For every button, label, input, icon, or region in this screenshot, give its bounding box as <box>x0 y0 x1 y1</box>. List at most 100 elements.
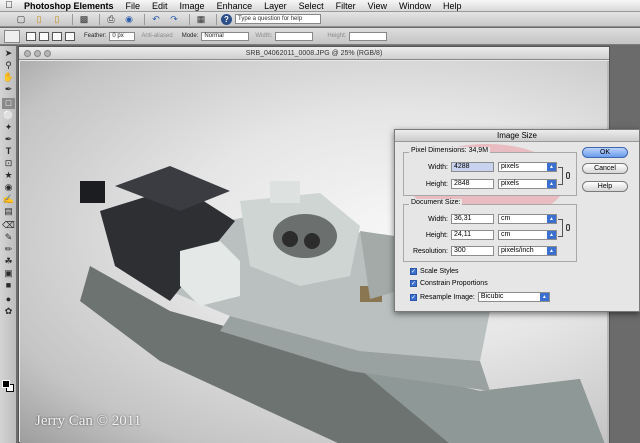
close-window-icon[interactable] <box>24 50 31 57</box>
checkmark-icon: ✓ <box>410 268 417 275</box>
image-size-dialog: Image Size Pixel Dimensions: 34,9M Width… <box>394 129 640 312</box>
save-icon[interactable]: ▩ <box>77 13 91 25</box>
pixel-width-unit-select[interactable]: pixels ▲ <box>498 162 557 172</box>
checkmark-icon: ✓ <box>410 293 417 301</box>
redo-icon[interactable]: ↷ <box>167 13 181 25</box>
magic-wand-tool-icon[interactable]: ✦ <box>2 122 15 133</box>
help-icon[interactable]: ? <box>221 13 232 25</box>
cookie-cutter-tool-icon[interactable]: ★ <box>2 170 15 181</box>
marquee-tool-button-icon[interactable]: □ <box>2 98 15 109</box>
add-selection-icon[interactable] <box>39 31 49 41</box>
cancel-button[interactable]: Cancel <box>582 163 628 174</box>
sponge-tool-icon[interactable]: ✿ <box>2 306 15 317</box>
lasso-tool-icon[interactable]: ⚪ <box>2 110 15 121</box>
apple-icon[interactable]:  <box>0 0 18 11</box>
constrain-proportions-checkbox[interactable]: ✓ Constrain Proportions <box>410 280 488 287</box>
menu-edit[interactable]: Edit <box>146 0 174 12</box>
pixel-width-unit: pixels <box>501 163 519 170</box>
pixel-width-input[interactable]: 4288 <box>451 162 494 172</box>
move-tool-icon[interactable]: ➤ <box>2 48 15 59</box>
feather-input[interactable]: 0 px <box>109 31 136 41</box>
open-icon[interactable]: ▯ <box>32 13 46 25</box>
gradient-tool-icon[interactable]: ▣ <box>2 268 15 279</box>
chevron-updown-icon: ▲ <box>547 180 556 188</box>
document-title-bar[interactable]: SRB_04062011_0008.JPG @ 25% (RGB/8) <box>19 47 609 60</box>
pixel-height-unit: pixels <box>501 180 519 187</box>
pencil-tool-icon[interactable]: ✎ <box>2 232 15 243</box>
menu-file[interactable]: File <box>120 0 147 12</box>
palette-icon[interactable]: ▦ <box>194 13 208 25</box>
doc-width-unit-select[interactable]: cm ▲ <box>498 214 557 224</box>
browse-icon[interactable]: ▯ <box>50 13 64 25</box>
blur-tool-icon[interactable]: ● <box>2 294 15 305</box>
resolution-input[interactable]: 300 <box>451 246 494 256</box>
doc-height-input[interactable]: 24,11 <box>451 230 494 240</box>
hand-tool-icon[interactable]: ✋ <box>2 72 15 83</box>
constrain-proportions-label: Constrain Proportions <box>420 280 488 287</box>
selection-brush-tool-icon[interactable]: ✒ <box>2 134 15 145</box>
foreground-color-swatch[interactable] <box>2 380 10 388</box>
menu-image[interactable]: Image <box>174 0 211 12</box>
crop-tool-icon[interactable]: ⊡ <box>2 158 15 169</box>
doc-height-unit-select[interactable]: cm ▲ <box>498 230 557 240</box>
resample-method-value: Bicubic <box>480 293 504 300</box>
width-label: Width: <box>255 33 273 39</box>
height-input[interactable] <box>349 31 388 41</box>
zoom-tool-icon[interactable]: ⚲ <box>2 60 15 71</box>
brush-tool-icon[interactable]: ✏ <box>2 244 15 255</box>
undo-icon[interactable]: ↶ <box>149 13 163 25</box>
subtract-selection-icon[interactable] <box>52 31 62 41</box>
pixel-height-row: Height: 2848 pixels ▲ <box>404 179 557 189</box>
pixel-height-input[interactable]: 2848 <box>451 179 494 189</box>
pixel-dimensions-group: Pixel Dimensions: 34,9M Width: 4288 pixe… <box>403 147 577 196</box>
menu-window[interactable]: Window <box>393 0 437 12</box>
menu-layer[interactable]: Layer <box>258 0 293 12</box>
dialog-title: Image Size <box>395 130 639 142</box>
print-icon[interactable]: ⎙ <box>104 13 118 25</box>
copyright-watermark: Jerry Can © 2011 <box>35 413 142 429</box>
menu-app[interactable]: Photoshop Elements <box>18 0 120 12</box>
width-input[interactable] <box>275 31 314 41</box>
resample-method-select[interactable]: Bicubic ▲ <box>477 292 550 302</box>
mode-select[interactable]: Normal <box>201 31 250 41</box>
pixel-dimensions-label: Pixel Dimensions: 34,9M <box>409 147 491 154</box>
healing-brush-tool-icon[interactable]: ✍ <box>2 194 15 205</box>
checkmark-icon: ✓ <box>410 280 417 287</box>
menu-view[interactable]: View <box>362 0 393 12</box>
zoom-window-icon[interactable] <box>44 50 51 57</box>
red-eye-tool-icon[interactable]: ◉ <box>2 182 15 193</box>
intersect-selection-icon[interactable] <box>65 31 75 41</box>
paint-bucket-tool-icon[interactable]: ☘ <box>2 256 15 267</box>
minimize-window-icon[interactable] <box>34 50 41 57</box>
help-search-input[interactable]: Type a question for help <box>235 14 321 24</box>
pixel-constrain-bracket <box>558 167 563 185</box>
menu-bar:  Photoshop Elements File Edit Image Enh… <box>0 0 640 12</box>
eraser-tool-icon[interactable]: ⌫ <box>2 220 15 231</box>
new-selection-icon[interactable] <box>26 31 36 41</box>
mode-label: Mode: <box>181 33 199 39</box>
chevron-updown-icon: ▲ <box>547 231 556 239</box>
ok-button[interactable]: OK <box>582 147 628 158</box>
type-tool-icon[interactable]: T <box>2 146 15 157</box>
pixel-height-unit-select[interactable]: pixels ▲ <box>498 179 557 189</box>
resolution-row: Resolution: 300 pixels/inch ▲ <box>404 246 557 256</box>
menu-select[interactable]: Select <box>293 0 330 12</box>
shape-tool-icon[interactable]: ■ <box>2 280 15 291</box>
menu-help[interactable]: Help <box>437 0 468 12</box>
antialiased-checkbox[interactable]: Anti-aliased <box>141 33 172 39</box>
menu-enhance[interactable]: Enhance <box>211 0 259 12</box>
clone-stamp-tool-icon[interactable]: ▤ <box>2 206 15 217</box>
help-button[interactable]: Help <box>582 181 628 192</box>
scale-styles-checkbox[interactable]: ✓ Scale Styles <box>410 268 459 275</box>
new-icon[interactable]: ▢ <box>14 13 28 25</box>
doc-width-input[interactable]: 36,31 <box>451 214 494 224</box>
marquee-tool-icon[interactable] <box>4 29 20 43</box>
eyedropper-tool-icon[interactable]: ✒ <box>2 84 15 95</box>
chain-link-icon <box>566 172 570 179</box>
resample-image-checkbox[interactable]: ✓ Resample Image: Bicubic ▲ <box>410 292 550 302</box>
menu-filter[interactable]: Filter <box>330 0 362 12</box>
resolution-unit-select[interactable]: pixels/inch ▲ <box>498 246 557 256</box>
online-print-icon[interactable]: ◉ <box>122 13 136 25</box>
shortcuts-bar: ▢ ▯ ▯ ▩ ⎙ ◉ ↶ ↷ ▦ ? Type a question for … <box>0 12 640 27</box>
document-title: SRB_04062011_0008.JPG @ 25% (RGB/8) <box>245 50 383 57</box>
